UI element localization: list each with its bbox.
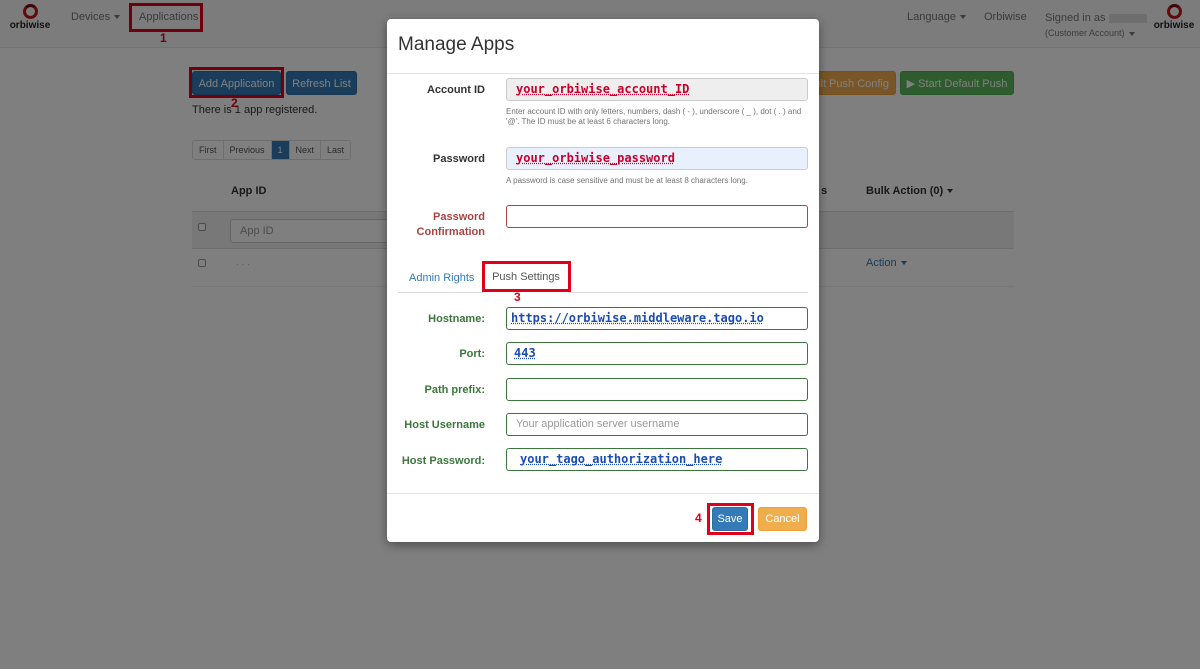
password-confirmation-input[interactable]: [506, 205, 808, 228]
account-id-input[interactable]: your_orbiwise_account_ID: [506, 78, 808, 101]
account-id-value: your_orbiwise_account_ID: [516, 82, 690, 96]
path-prefix-input[interactable]: [506, 378, 808, 401]
hostname-label: Hostname:: [428, 313, 485, 325]
host-username-input[interactable]: Your application server username: [506, 413, 808, 436]
modal-header-divider: [387, 73, 819, 74]
hostname-value: https://orbiwise.middleware.tago.io: [511, 311, 764, 325]
tab-admin-rights[interactable]: Admin Rights: [409, 272, 474, 284]
annotation-box-4: [707, 503, 754, 535]
tabs-divider: [398, 292, 808, 293]
password-confirmation-label: Password Confirmation: [417, 210, 485, 240]
password-confirmation-label-line2: Confirmation: [416, 226, 485, 238]
password-help: A password is case sensitive and must be…: [506, 176, 748, 185]
annotation-box-3: [482, 261, 571, 292]
host-username-label: Host Username: [404, 419, 485, 431]
password-input[interactable]: your_orbiwise_password: [506, 147, 808, 170]
host-password-input[interactable]: your_tago_authorization_here: [506, 448, 808, 471]
password-confirmation-label-line1: Password: [433, 211, 485, 223]
hostname-input[interactable]: https://orbiwise.middleware.tago.io: [506, 307, 808, 330]
password-value: your_orbiwise_password: [516, 151, 675, 165]
host-username-placeholder: Your application server username: [516, 418, 680, 430]
manage-apps-modal: Manage Apps Account ID your_orbiwise_acc…: [387, 19, 819, 542]
cancel-button[interactable]: Cancel: [758, 507, 807, 531]
password-label: Password: [433, 153, 485, 165]
modal-footer-divider: [387, 493, 819, 494]
host-password-label: Host Password:: [401, 455, 485, 467]
port-label: Port:: [459, 348, 485, 360]
modal-title: Manage Apps: [398, 34, 515, 55]
annotation-step-3: 3: [514, 290, 521, 304]
port-value: 443: [514, 346, 536, 360]
path-prefix-label: Path prefix:: [424, 384, 485, 396]
port-input[interactable]: 443: [506, 342, 808, 365]
host-password-value: your_tago_authorization_here: [520, 452, 723, 466]
account-id-label: Account ID: [426, 84, 485, 96]
account-id-help: Enter account ID with only letters, numb…: [506, 107, 802, 126]
annotation-step-4: 4: [695, 511, 702, 525]
